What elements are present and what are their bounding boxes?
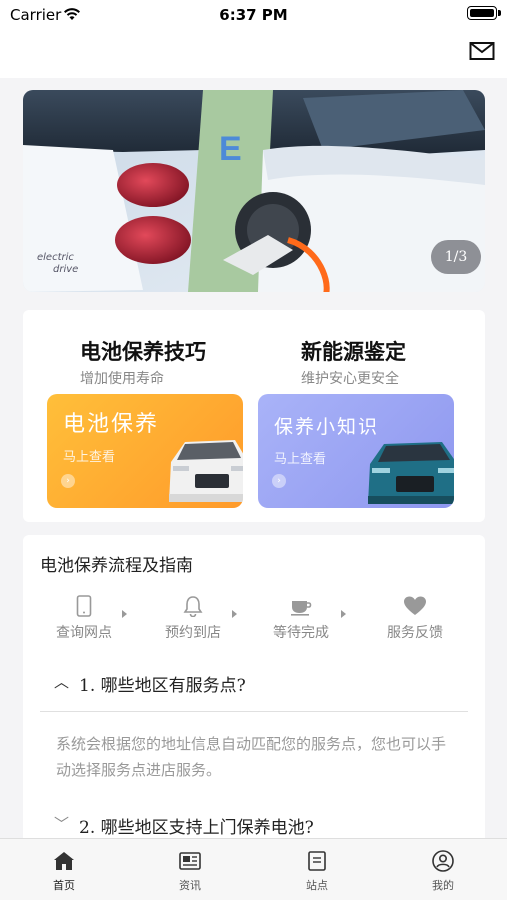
arrow-right-icon: ›	[272, 474, 286, 488]
maintenance-guide-card: 电池保养流程及指南 查询网点 预约到店 等待完成 服务反馈 ︿ 1. 哪些地区有…	[23, 535, 485, 855]
tab-label: 首页	[53, 879, 75, 892]
battery-tips-card: 电池保养技巧 增加使用寿命 新能源鉴定 维护安心更安全 电池保养 马上查看 › …	[23, 310, 485, 522]
tab-station[interactable]: 站点	[287, 849, 347, 893]
svg-text:E: E	[219, 130, 242, 168]
banner-image: E electric drive	[23, 90, 485, 292]
banner-carousel[interactable]: E electric drive 1/3	[23, 90, 485, 292]
ev-appraisal-subtitle: 维护安心更安全	[301, 371, 399, 387]
step-book-visit[interactable]: 预约到店	[153, 595, 233, 642]
step-service-feedback[interactable]: 服务反馈	[375, 595, 455, 642]
battery-icon	[467, 6, 501, 20]
home-icon	[54, 852, 74, 870]
tab-news[interactable]: 资讯	[160, 849, 220, 893]
step-arrow-icon	[122, 610, 127, 618]
arrow-right-icon: ›	[61, 474, 75, 488]
maintenance-knowledge-promo[interactable]: 保养小知识 马上查看 ›	[258, 394, 454, 508]
step-find-outlet[interactable]: 查询网点	[44, 595, 124, 642]
step-label: 预约到店	[165, 625, 221, 641]
guide-title: 电池保养流程及指南	[40, 556, 193, 576]
news-icon	[179, 852, 201, 870]
step-arrow-icon	[232, 610, 237, 618]
status-bar: Carrier 6:37 PM	[0, 0, 507, 30]
car-image	[368, 442, 454, 504]
mail-icon[interactable]	[469, 40, 495, 62]
tab-label: 资讯	[179, 879, 201, 892]
tab-label: 站点	[306, 879, 328, 892]
svg-text:drive: drive	[53, 264, 78, 275]
tab-bar: 首页 资讯 站点 我的	[0, 838, 507, 900]
heart-icon	[404, 596, 426, 615]
faq-divider	[40, 711, 468, 712]
battery-maintenance-promo[interactable]: 电池保养 马上查看 ›	[47, 394, 243, 508]
promo-title: 电池保养	[63, 412, 160, 437]
status-time: 6:37 PM	[219, 6, 288, 24]
faq-question-1[interactable]: 1. 哪些地区有服务点?	[79, 671, 246, 696]
faq-answer-1: 系统会根据您的地址信息自动匹配您的服务点，您也可以手动选择服务点进店服务。	[56, 735, 447, 779]
step-label: 等待完成	[273, 625, 329, 641]
tab-home[interactable]: 首页	[34, 849, 94, 893]
chevron-up-icon[interactable]: ︿	[54, 671, 69, 692]
nav-bar	[0, 30, 507, 78]
banner-page-indicator: 1/3	[431, 240, 481, 274]
battery-tips-title: 电池保养技巧	[80, 340, 206, 364]
step-label: 服务反馈	[387, 625, 443, 641]
car-image	[169, 440, 243, 502]
battery-tips-subtitle: 增加使用寿命	[80, 371, 164, 387]
profile-icon	[432, 850, 454, 872]
promo-title: 保养小知识	[274, 416, 380, 438]
promo-subtitle: 马上查看	[63, 450, 116, 465]
promo-subtitle: 马上查看	[274, 452, 327, 467]
step-wait-complete[interactable]: 等待完成	[261, 595, 341, 642]
step-label: 查询网点	[56, 625, 112, 641]
chevron-down-icon[interactable]: ﹀	[54, 813, 69, 834]
faq-question-2[interactable]: 2. 哪些地区支持上门保养电池?	[79, 813, 314, 838]
cup-icon	[291, 601, 312, 616]
station-icon	[308, 851, 326, 871]
step-arrow-icon	[341, 610, 346, 618]
svg-text:electric: electric	[37, 252, 74, 263]
tab-label: 我的	[432, 879, 454, 892]
ev-appraisal-title: 新能源鉴定	[301, 340, 406, 364]
phone-icon	[76, 595, 92, 617]
tab-profile[interactable]: 我的	[413, 849, 473, 893]
bell-icon	[183, 596, 203, 617]
